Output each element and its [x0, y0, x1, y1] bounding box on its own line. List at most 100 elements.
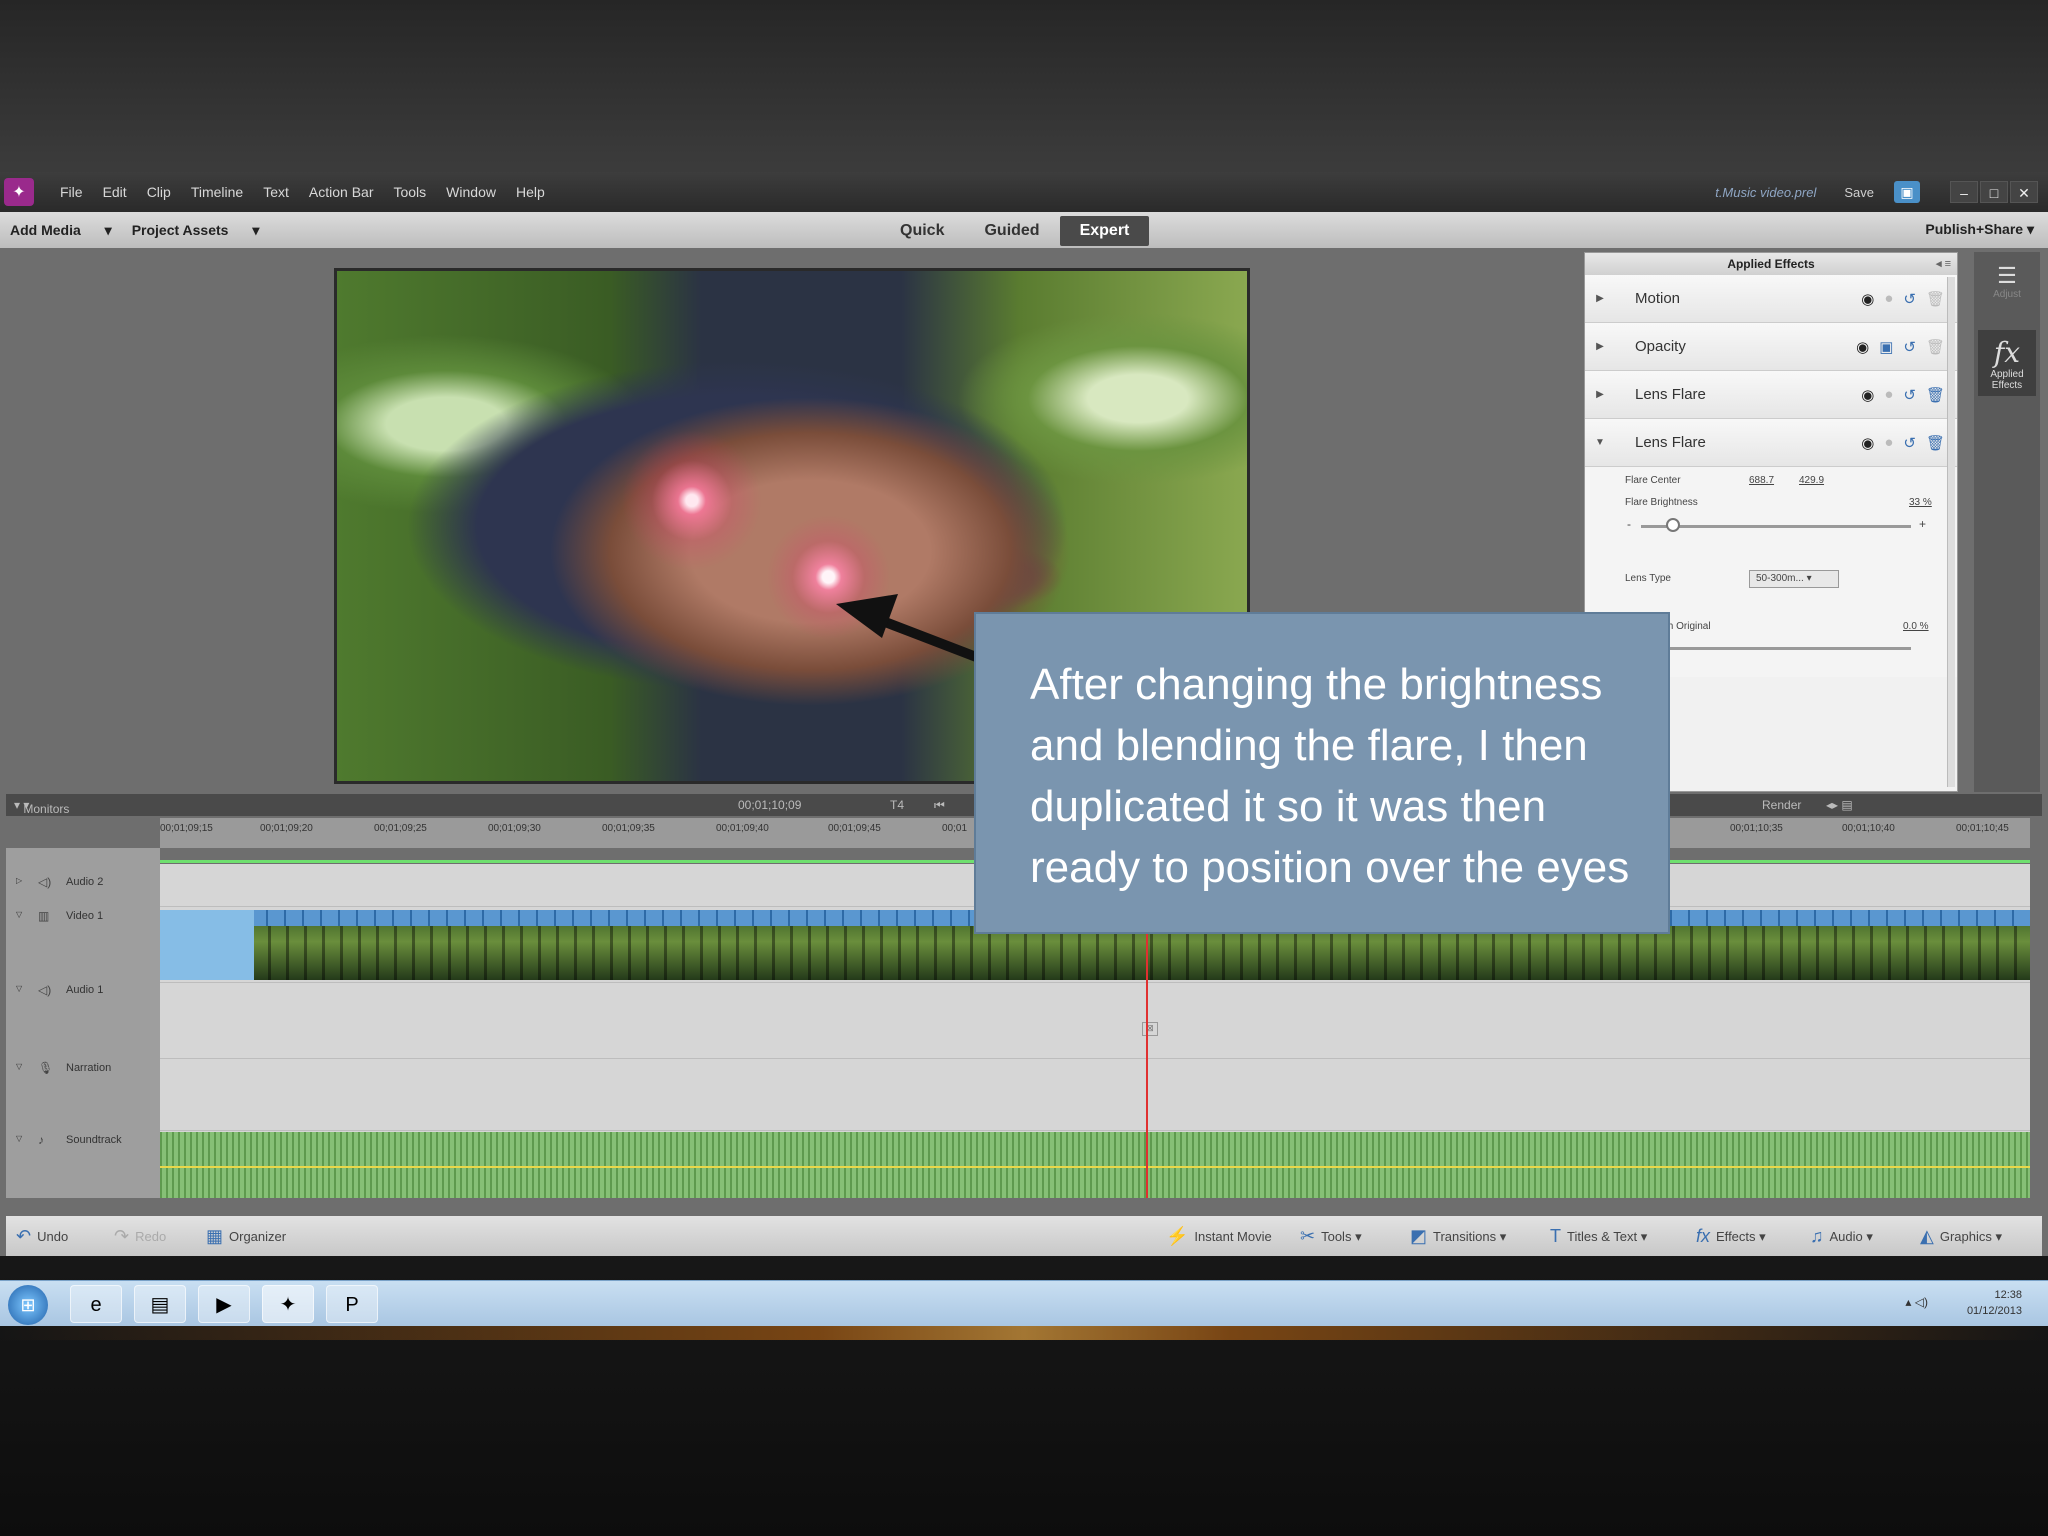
menu-tools[interactable]: Tools [393, 184, 426, 200]
go-to-start-icon[interactable]: ⏮ [934, 798, 945, 813]
instant-movie-button[interactable]: ⚡ Instant Movie [1166, 1226, 1272, 1247]
trash-icon[interactable]: 🗑 [1926, 290, 1945, 308]
add-media-button[interactable]: Add Media ▾ [10, 222, 112, 239]
music-note-icon: ♫ [1810, 1226, 1824, 1246]
tab-expert[interactable]: Expert [1059, 216, 1150, 246]
close-icon[interactable]: ✕ [2010, 181, 2038, 203]
publish-share-button[interactable]: Publish+Share ▾ [1925, 221, 2034, 238]
flare-brightness-value[interactable]: 33 % [1909, 497, 1932, 508]
transitions-button[interactable]: ◩ Transitions ▾ [1410, 1226, 1506, 1247]
applied-effects-tool[interactable]: fx Applied Effects [1978, 330, 2036, 396]
minimize-icon[interactable]: – [1950, 181, 1978, 203]
eye-icon[interactable]: ◉ [1861, 386, 1874, 404]
effect-lens-flare-2[interactable]: ▼ Lens Flare ◉ ● ↺ 🗑 [1585, 419, 1957, 467]
expand-triangle-icon[interactable]: ▽ [16, 1134, 22, 1143]
mark-in-icon[interactable]: T4 [890, 798, 904, 812]
internet-explorer-icon[interactable]: e [70, 1285, 122, 1323]
save-button[interactable]: Save [1844, 185, 1874, 200]
project-name: t.Music video.prel [1715, 184, 1817, 200]
menu-timeline[interactable]: Timeline [191, 184, 243, 200]
reset-icon[interactable]: ↺ [1903, 386, 1916, 404]
speaker-icon: ◁) [38, 983, 52, 997]
tools-button[interactable]: ✂ Tools ▾ [1300, 1226, 1362, 1247]
tab-guided[interactable]: Guided [964, 216, 1059, 246]
keyframe-icon[interactable]: ● [1884, 290, 1893, 308]
adjust-tool[interactable]: ☰ Adjust [1978, 258, 2036, 324]
keyframe-icon[interactable]: ▣ [1879, 338, 1893, 356]
keyframe-icon[interactable]: ● [1884, 386, 1893, 404]
organizer-icon: ▦ [206, 1226, 224, 1246]
clock[interactable]: 12:38 01/12/2013 [1967, 1287, 2022, 1319]
flare-brightness-slider[interactable] [1641, 525, 1911, 528]
transitions-icon: ◩ [1410, 1226, 1428, 1246]
media-player-icon[interactable]: ▶ [198, 1285, 250, 1323]
lens-type-dropdown[interactable]: 50-300m... ▾ [1749, 570, 1839, 588]
start-button-icon[interactable]: ⊞ [8, 1285, 48, 1325]
flare-center-x[interactable]: 688.7 [1749, 475, 1774, 486]
menu-window[interactable]: Window [446, 184, 496, 200]
playhead[interactable] [1146, 908, 1148, 1198]
audio-button[interactable]: ♫ Audio ▾ [1810, 1226, 1873, 1247]
track-headers: ▷ ◁) Audio 2 ▽ ▥ Video 1 ▽ ◁) Audio 1 ▽ … [6, 848, 160, 1198]
folder-icon[interactable]: ▤ [134, 1285, 186, 1323]
premiere-elements-taskbar-icon[interactable]: ✦ [262, 1285, 314, 1323]
undo-button[interactable]: ↶ Undo [16, 1226, 68, 1247]
flare-center-y[interactable]: 429.9 [1799, 475, 1824, 486]
eye-icon[interactable]: ◉ [1861, 434, 1874, 452]
soundtrack-clip[interactable] [160, 1132, 2030, 1198]
volume-line[interactable] [160, 1166, 2030, 1168]
menu-clip[interactable]: Clip [147, 184, 171, 200]
eye-icon[interactable]: ◉ [1861, 290, 1874, 308]
system-tray-icons[interactable]: ▴ ◁) [1905, 1295, 1928, 1309]
panel-scrollbar[interactable] [1947, 277, 1955, 787]
blend-slider[interactable] [1641, 647, 1911, 650]
effect-opacity[interactable]: ▶ Opacity ◉ ▣ ↺ 🗑 [1585, 323, 1957, 371]
expand-triangle-icon[interactable]: ▽ [16, 1062, 22, 1071]
effect-lens-flare-1[interactable]: ▶ Lens Flare ◉ ● ↺ 🗑 [1585, 371, 1957, 419]
collapse-triangle-icon[interactable]: ▼ [1585, 437, 1615, 448]
blend-value[interactable]: 0.0 % [1903, 621, 1929, 632]
expand-triangle-icon[interactable]: ▷ [16, 876, 22, 885]
maximize-icon[interactable]: □ [1980, 181, 2008, 203]
marker-icon[interactable]: ⊠ [1142, 1022, 1158, 1036]
slider-minus-icon[interactable]: - [1627, 517, 1631, 531]
zoom-icon[interactable]: ◂▸ ▤ [1826, 798, 1853, 812]
reset-icon[interactable]: ↺ [1903, 338, 1916, 356]
effect-motion[interactable]: ▶ Motion ◉ ● ↺ 🗑 [1585, 275, 1957, 323]
menu-file[interactable]: File [60, 184, 83, 200]
reset-icon[interactable]: ↺ [1903, 290, 1916, 308]
trash-icon[interactable]: 🗑 [1926, 386, 1945, 404]
eye-icon[interactable]: ◉ [1856, 338, 1869, 356]
effect-label: Lens Flare [1635, 386, 1706, 403]
monitors-tab[interactable]: ▾ Monitors ▾ [14, 798, 69, 816]
flare-brightness-knob[interactable] [1666, 518, 1681, 532]
expand-triangle-icon[interactable]: ▶ [1585, 293, 1615, 304]
ruler-tick: 00;01;09;20 [260, 823, 313, 834]
project-assets-button[interactable]: Project Assets ▾ [132, 222, 260, 239]
trash-icon[interactable]: 🗑 [1926, 434, 1945, 452]
tab-quick[interactable]: Quick [880, 216, 964, 246]
menu-text[interactable]: Text [263, 184, 289, 200]
titles-text-button[interactable]: T Titles & Text ▾ [1550, 1226, 1647, 1247]
expand-triangle-icon[interactable]: ▶ [1585, 389, 1615, 400]
menu-help[interactable]: Help [516, 184, 545, 200]
menu-action-bar[interactable]: Action Bar [309, 184, 374, 200]
organizer-button[interactable]: ▦ Organizer [206, 1226, 286, 1247]
effects-button[interactable]: fx Effects ▾ [1696, 1226, 1766, 1247]
keyframe-icon[interactable]: ● [1884, 434, 1893, 452]
trash-icon[interactable]: 🗑 [1926, 338, 1945, 356]
expand-triangle-icon[interactable]: ▽ [16, 984, 22, 993]
expand-triangle-icon[interactable]: ▶ [1585, 341, 1615, 352]
powerpoint-icon[interactable]: P [326, 1285, 378, 1323]
graphics-button[interactable]: ◭ Graphics ▾ [1920, 1226, 2002, 1247]
clip-gap [160, 910, 254, 980]
panel-menu-icon[interactable]: ◂ ≡ [1936, 253, 1951, 275]
reset-icon[interactable]: ↺ [1903, 434, 1916, 452]
redo-button[interactable]: ↷ Redo [114, 1226, 166, 1247]
expand-triangle-icon[interactable]: ▽ [16, 910, 22, 919]
menu-edit[interactable]: Edit [103, 184, 127, 200]
speaker-icon: ◁) [38, 875, 52, 889]
render-button[interactable]: Render [1762, 798, 1801, 812]
share-icon[interactable]: ▣ [1894, 181, 1920, 203]
slider-plus-icon[interactable]: + [1919, 517, 1926, 531]
